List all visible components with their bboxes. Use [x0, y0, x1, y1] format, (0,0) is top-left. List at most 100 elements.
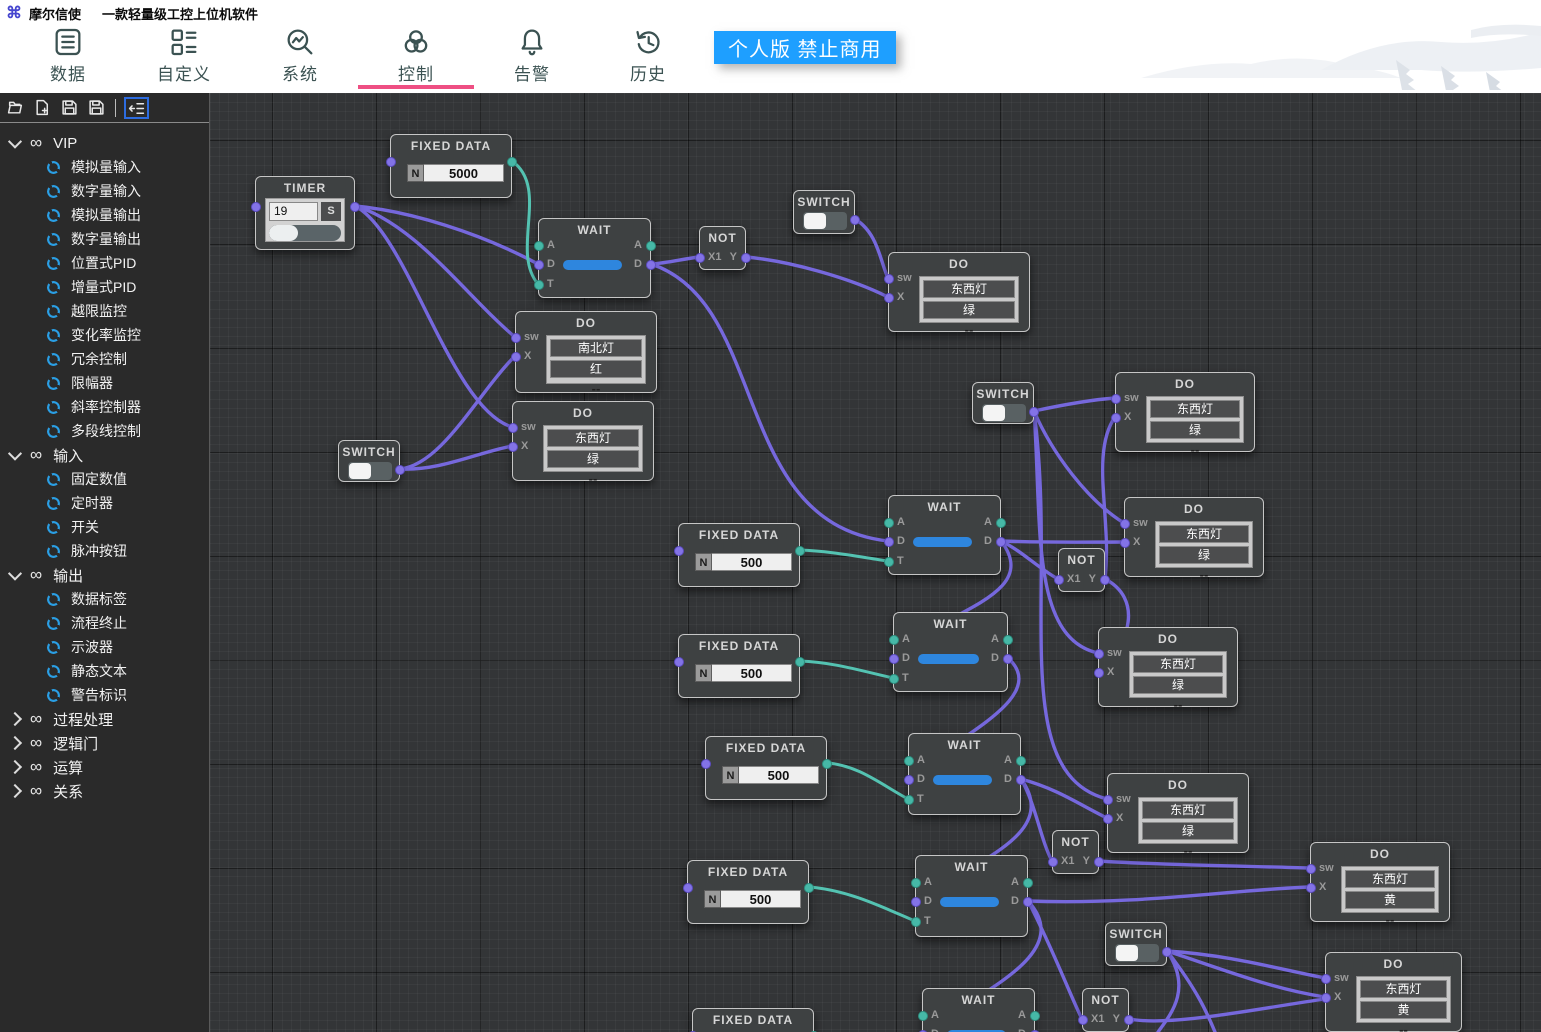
input-port[interactable] — [508, 442, 518, 452]
output-port[interactable] — [507, 157, 517, 167]
do-node[interactable]: DO东西灯黄--swX — [1325, 952, 1462, 1032]
tree-group-运算[interactable]: ∞运算 — [0, 755, 209, 779]
do-value-field[interactable]: 绿 — [1150, 421, 1240, 439]
input-port[interactable] — [1103, 795, 1113, 805]
timer-value-input[interactable]: 19 — [269, 202, 318, 221]
output-port[interactable] — [646, 260, 656, 270]
do-value-field[interactable]: 绿 — [1133, 676, 1223, 694]
do-value-field[interactable]: 绿 — [1159, 546, 1249, 564]
input-port[interactable] — [1111, 394, 1121, 404]
tree-group-输出[interactable]: ∞输出 — [0, 563, 209, 587]
fixed-value-input[interactable]: 500 — [712, 664, 792, 682]
input-port[interactable] — [904, 756, 914, 766]
input-port[interactable] — [918, 1011, 928, 1021]
tab-control[interactable]: 控制 — [358, 25, 474, 89]
do-value-field[interactable]: 黄 — [1345, 891, 1435, 909]
input-port[interactable] — [1094, 668, 1104, 678]
timer-unit-button[interactable]: S — [321, 202, 341, 221]
input-port[interactable] — [674, 546, 684, 556]
tree-item-模拟量输出[interactable]: 模拟量输出 — [0, 203, 209, 227]
input-port[interactable] — [911, 878, 921, 888]
output-port[interactable] — [795, 657, 805, 667]
new-file-icon[interactable] — [34, 99, 51, 116]
switch-toggle[interactable] — [348, 462, 392, 480]
tab-alarm[interactable]: 告警 — [474, 25, 590, 89]
fixed-value-input[interactable]: 500 — [712, 553, 792, 571]
output-port[interactable] — [996, 537, 1006, 547]
not-node[interactable]: NOTX1Y — [699, 226, 746, 270]
output-port[interactable] — [1003, 654, 1013, 664]
input-port[interactable] — [1120, 519, 1130, 529]
flow-canvas[interactable]: TIMER19SFIXED DATAN5000WAITADTADNOTX1YSW… — [210, 93, 1541, 1032]
output-port[interactable] — [1023, 897, 1033, 907]
do-target-field[interactable]: 东西灯 — [1133, 655, 1223, 673]
do-target-field[interactable]: 东西灯 — [1142, 801, 1234, 819]
tree-item-模拟量输入[interactable]: 模拟量输入 — [0, 155, 209, 179]
tree-item-冗余控制[interactable]: 冗余控制 — [0, 347, 209, 371]
save-as-icon[interactable] — [88, 99, 105, 116]
save-icon[interactable] — [61, 99, 78, 116]
output-port[interactable] — [1016, 775, 1026, 785]
do-target-field[interactable]: 东西灯 — [1360, 980, 1447, 998]
tree-item-越限监控[interactable]: 越限监控 — [0, 299, 209, 323]
do-node[interactable]: DO南北灯红--swX — [515, 311, 657, 393]
wait-node[interactable]: WAITADTAD — [888, 495, 1001, 575]
do-value-field[interactable]: 绿 — [547, 450, 639, 468]
do-target-field[interactable]: 南北灯 — [550, 339, 642, 357]
switch-toggle[interactable] — [1115, 944, 1159, 962]
fixed-node[interactable]: FIXED DATAN500 — [678, 523, 800, 587]
tree-item-位置式PID[interactable]: 位置式PID — [0, 251, 209, 275]
switch-toggle[interactable] — [982, 404, 1026, 422]
tree-group-VIP[interactable]: ∞VIP — [0, 131, 209, 155]
tree-item-多段线控制[interactable]: 多段线控制 — [0, 419, 209, 443]
tree-item-限幅器[interactable]: 限幅器 — [0, 371, 209, 395]
tree-item-数据标签[interactable]: 数据标签 — [0, 587, 209, 611]
do-node[interactable]: DO东西灯黄--swX — [1310, 842, 1450, 922]
output-port[interactable] — [395, 465, 405, 475]
switch-node[interactable]: SWITCH — [793, 190, 855, 234]
output-port[interactable] — [1016, 756, 1026, 766]
input-port[interactable] — [1306, 864, 1316, 874]
input-port[interactable] — [884, 537, 894, 547]
input-port[interactable] — [1321, 993, 1331, 1003]
input-port[interactable] — [1054, 575, 1064, 585]
do-value-field[interactable]: 红 — [550, 360, 642, 378]
input-port[interactable] — [884, 274, 894, 284]
input-port[interactable] — [889, 654, 899, 664]
input-port[interactable] — [701, 759, 711, 769]
input-port[interactable] — [251, 202, 261, 212]
fixed-node[interactable]: FIXED DATAN500 — [687, 860, 809, 924]
tree-group-过程处理[interactable]: ∞过程处理 — [0, 707, 209, 731]
input-port[interactable] — [1103, 814, 1113, 824]
input-port[interactable] — [511, 333, 521, 343]
output-port[interactable] — [1003, 635, 1013, 645]
input-port[interactable] — [674, 657, 684, 667]
wait-node[interactable]: WAITADTAD — [922, 988, 1035, 1032]
tree-item-数字量输出[interactable]: 数字量输出 — [0, 227, 209, 251]
tree-item-斜率控制器[interactable]: 斜率控制器 — [0, 395, 209, 419]
output-port[interactable] — [804, 883, 814, 893]
not-node[interactable]: NOTX1Y — [1052, 830, 1099, 874]
do-target-field[interactable]: 东西灯 — [547, 429, 639, 447]
fixed-value-input[interactable]: 5000 — [424, 164, 504, 182]
timer-node[interactable]: TIMER19S — [255, 176, 355, 250]
tree-item-示波器[interactable]: 示波器 — [0, 635, 209, 659]
fixed-node[interactable]: FIXED DATAN — [692, 1008, 814, 1032]
input-port[interactable] — [1321, 974, 1331, 984]
output-port[interactable] — [350, 202, 360, 212]
tree-group-关系[interactable]: ∞关系 — [0, 779, 209, 803]
output-port[interactable] — [795, 546, 805, 556]
tab-system[interactable]: 系统 — [242, 25, 358, 89]
fixed-node[interactable]: FIXED DATAN5000 — [390, 134, 512, 198]
fixed-value-input[interactable]: 500 — [739, 766, 819, 784]
do-target-field[interactable]: 东西灯 — [1150, 400, 1240, 418]
do-node[interactable]: DO东西灯绿--swX — [1098, 627, 1238, 707]
output-port[interactable] — [646, 241, 656, 251]
collapse-panel-button[interactable] — [124, 97, 149, 119]
input-port[interactable] — [1094, 649, 1104, 659]
tree-item-增量式PID[interactable]: 增量式PID — [0, 275, 209, 299]
do-target-field[interactable]: 东西灯 — [1159, 525, 1249, 543]
tree-group-逻辑门[interactable]: ∞逻辑门 — [0, 731, 209, 755]
wait-node[interactable]: WAITADTAD — [893, 612, 1008, 692]
output-port[interactable] — [1100, 575, 1110, 585]
